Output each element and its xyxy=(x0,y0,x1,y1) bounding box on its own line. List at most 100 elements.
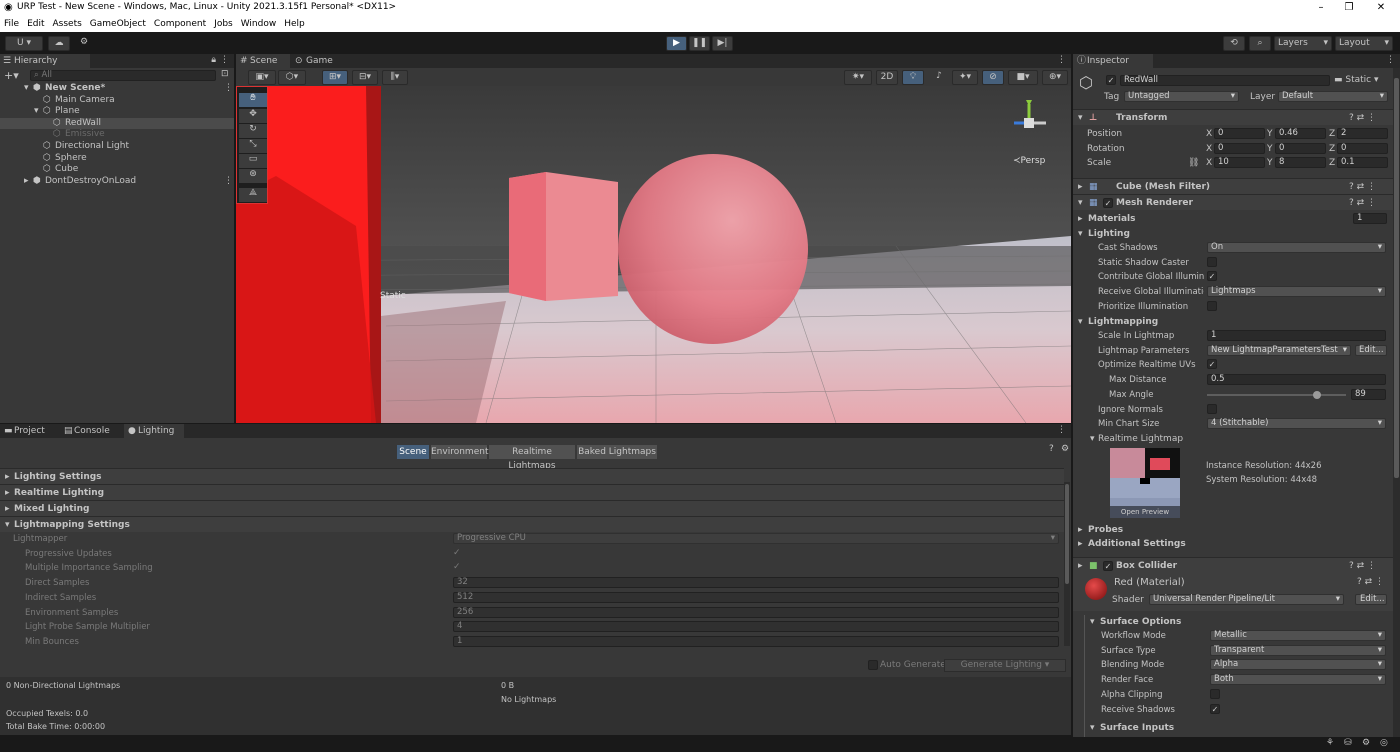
component-actions-icon[interactable]: ? ⇄ ⋮ xyxy=(1349,110,1376,126)
tab-lighting[interactable]: ● Lighting xyxy=(124,424,184,438)
settings-icon[interactable]: ⚙ xyxy=(1061,444,1069,454)
menu-component[interactable]: Component xyxy=(150,16,210,32)
chevron-down-icon[interactable]: ▾ xyxy=(1090,723,1095,733)
material-actions-icon[interactable]: ? ⇄ ⋮ xyxy=(1357,577,1384,587)
layout-dropdown[interactable]: Layout ▾ xyxy=(1335,36,1393,51)
pause-button[interactable]: ❚❚ xyxy=(689,36,710,51)
component-actions-icon[interactable]: ? ⇄ ⋮ xyxy=(1349,195,1376,211)
lightmap-preview[interactable]: Open Preview xyxy=(1110,448,1180,518)
lightmapper-dropdown[interactable]: Progressive CPU ▾ xyxy=(453,533,1059,544)
fx-button[interactable]: ✦▾ xyxy=(952,70,978,85)
surface-checkbox[interactable]: ✓ xyxy=(1210,703,1220,714)
menu-edit[interactable]: Edit xyxy=(23,16,48,32)
box-collider-enabled-checkbox[interactable]: ✓ xyxy=(1103,561,1113,571)
transform-z-field[interactable]: 0 xyxy=(1337,142,1388,154)
close-button[interactable]: ✕ xyxy=(1366,0,1396,16)
snap-increment-button[interactable]: ⊟▾ xyxy=(352,70,378,85)
lighting-checkbox[interactable] xyxy=(1207,300,1217,311)
lightmapping-row-value-field[interactable] xyxy=(1207,403,1217,414)
more-icon[interactable]: ⋮ xyxy=(220,55,229,65)
tab-console[interactable]: ▤ Console xyxy=(60,424,122,438)
open-preview-button[interactable]: Open Preview xyxy=(1110,506,1180,518)
hidden-objects-icon[interactable]: ⊘ xyxy=(982,70,1004,85)
cloud-icon[interactable]: ☁ xyxy=(48,36,70,51)
max-angle-slider[interactable] xyxy=(1207,393,1346,396)
chevron-down-icon[interactable]: ▾ xyxy=(34,106,39,117)
add-button[interactable]: +▾ xyxy=(4,69,19,82)
section-lightmapping-settings[interactable]: ▾ Lightmapping Settings xyxy=(0,516,1064,532)
search-icon[interactable]: ⌕ xyxy=(1249,36,1271,51)
surface-dropdown[interactable]: Both ▾ xyxy=(1210,674,1386,686)
chevron-down-icon[interactable]: ▾ xyxy=(1090,434,1095,444)
progress-icon[interactable]: ⚘ xyxy=(1326,738,1334,748)
slider-thumb[interactable] xyxy=(1312,390,1321,399)
chevron-right-icon[interactable]: ▸ xyxy=(1078,214,1083,224)
transform-z-field[interactable]: 0.1 xyxy=(1337,157,1388,169)
transform-x-field[interactable]: 0 xyxy=(1214,142,1265,154)
surface-dropdown[interactable]: Alpha ▾ xyxy=(1210,659,1386,671)
tab-game[interactable]: ⊙ Game xyxy=(292,54,342,68)
section-realtime-lighting[interactable]: ▸ Realtime Lighting xyxy=(0,484,1064,500)
hierarchy-item[interactable]: ⬡ Main Camera xyxy=(0,95,234,107)
chevron-down-icon[interactable]: ▾ xyxy=(1078,229,1083,239)
lighting-checkbox[interactable]: ✓ xyxy=(1207,271,1217,282)
gizmos-button[interactable]: ⊕▾ xyxy=(1042,70,1068,85)
lock-icon[interactable]: 🔒︎ xyxy=(211,55,216,65)
generate-lighting-button[interactable]: Generate Lighting ▾ xyxy=(944,659,1066,672)
more-icon[interactable]: ⋮ xyxy=(224,176,233,187)
maximize-button[interactable]: ❐ xyxy=(1334,0,1364,16)
lightmapping-row-value-field[interactable]: 0.5 xyxy=(1207,374,1386,386)
lighting-dropdown[interactable]: On ▾ xyxy=(1207,242,1386,253)
lightmapping-field[interactable]: 4 xyxy=(453,621,1059,633)
history-icon[interactable]: ⟲ xyxy=(1223,36,1245,51)
surface-checkbox[interactable] xyxy=(1210,688,1220,699)
shading-button[interactable]: ⬡▾ xyxy=(278,70,306,85)
chevron-right-icon[interactable]: ▸ xyxy=(1078,539,1083,549)
hierarchy-item[interactable]: ▾ ⬢ New Scene* ⋮ xyxy=(0,83,234,95)
subtab-scene[interactable]: Scene xyxy=(397,445,429,459)
lightmapping-field[interactable]: 256 xyxy=(453,606,1059,618)
menu-gameobject[interactable]: GameObject xyxy=(86,16,150,32)
hierarchy-item[interactable]: ⬡ RedWall xyxy=(0,117,234,130)
transform-y-field[interactable]: 0 xyxy=(1275,142,1326,154)
tab-hierarchy[interactable]: ☰ Hierarchy xyxy=(0,54,90,68)
subtab-environment[interactable]: Environment xyxy=(431,445,488,459)
auto-generate-checkbox[interactable] xyxy=(868,660,878,670)
shader-dropdown[interactable]: Universal Render Pipeline/Lit ▾ xyxy=(1149,594,1344,605)
hierarchy-item[interactable]: ⬡ Directional Light xyxy=(0,141,234,153)
more-icon[interactable]: ⋮ xyxy=(1057,425,1066,435)
component-actions-icon[interactable]: ? ⇄ ⋮ xyxy=(1349,558,1376,574)
lightmapping-row-value-field[interactable]: ✓ xyxy=(1207,359,1217,370)
minimize-button[interactable]: – xyxy=(1306,0,1336,16)
menu-file[interactable]: File xyxy=(0,16,23,32)
object-name-input[interactable]: RedWall xyxy=(1120,75,1330,86)
hierarchy-item[interactable]: ⬡ Emissive xyxy=(0,129,234,141)
hierarchy-item[interactable]: ⬡ Sphere xyxy=(0,153,234,165)
lightmapping-field[interactable]: 32 xyxy=(453,577,1059,589)
effects-button[interactable]: ✷▾ xyxy=(844,70,872,85)
transform-y-field[interactable]: 0.46 xyxy=(1275,128,1326,139)
scrollbar[interactable] xyxy=(1064,482,1070,646)
scene-visibility-icon[interactable]: ⊡ xyxy=(221,69,229,79)
chevron-down-icon[interactable]: ▾ xyxy=(1090,617,1095,627)
rect-tool-icon[interactable]: ▭ xyxy=(239,154,267,168)
scene-viewport[interactable]: ✋︎ ✥ ↻ ⤡ ▭ ⊛ ⟁ Static ≺Persp xyxy=(236,86,1071,423)
transform-y-field[interactable]: 8 xyxy=(1275,157,1326,169)
transform-tool-icon[interactable]: ⊛ xyxy=(239,169,267,183)
constrain-proportions-icon[interactable]: ⛓ xyxy=(1188,158,1199,168)
help-icon[interactable]: ? xyxy=(1049,444,1054,454)
menu-assets[interactable]: Assets xyxy=(49,16,86,32)
cache-icon[interactable]: ⛁ xyxy=(1344,738,1352,748)
material-header[interactable]: Red (Material) ? ⇄ ⋮ Shader Universal Re… xyxy=(1073,573,1393,611)
persp-label[interactable]: ≺Persp xyxy=(1013,156,1045,166)
play-button[interactable]: ▶ xyxy=(666,36,687,51)
rotate-tool-icon[interactable]: ↻ xyxy=(239,124,267,138)
collab-icon[interactable]: ⚙ xyxy=(75,36,93,51)
lightmapping-field[interactable]: 1 xyxy=(453,635,1059,647)
orientation-gizmo[interactable] xyxy=(1004,98,1054,148)
mesh-renderer-header[interactable]: ▾ ▦ ✓ Mesh Renderer ? ⇄ ⋮ xyxy=(1073,194,1393,210)
cloud-status-icon[interactable]: ◎ xyxy=(1380,738,1388,748)
hand-tool-icon[interactable]: ✋︎ xyxy=(239,93,267,107)
menu-help[interactable]: Help xyxy=(280,16,309,32)
hierarchy-search-input[interactable]: ⌕ All xyxy=(30,70,216,81)
